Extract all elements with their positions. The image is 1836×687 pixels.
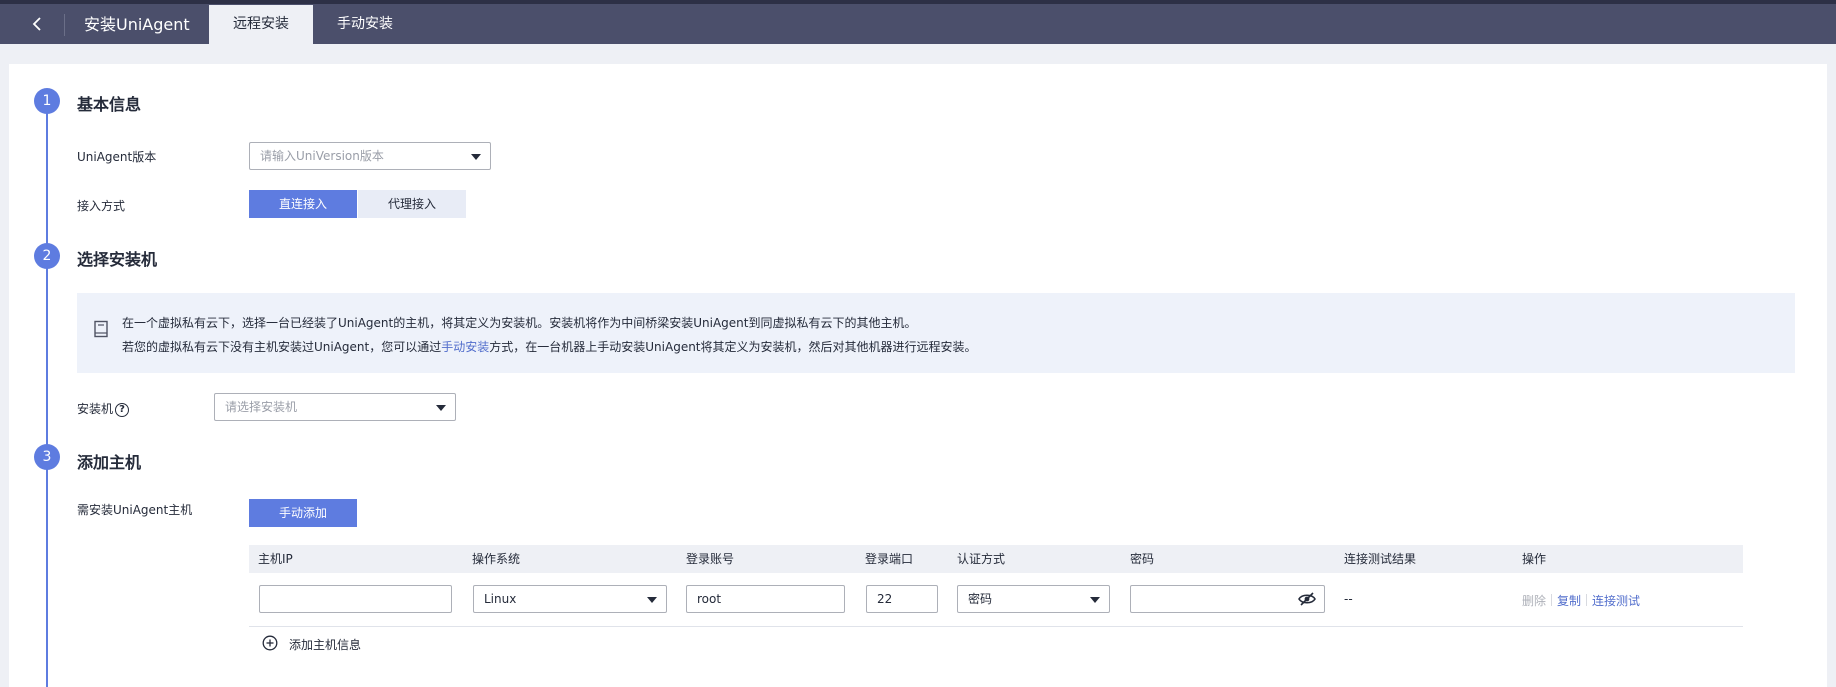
manual-install-link[interactable]: 手动安装 [441, 340, 489, 354]
step-3-badge: 3 [34, 444, 60, 470]
info-text-line-2: 若您的虚拟私有云下没有主机安装过UniAgent，您可以通过手动安装方式，在一台… [122, 338, 977, 355]
col-host-ip: 主机IP [258, 552, 293, 566]
installer-label-row: 安装机? [77, 400, 130, 417]
version-select[interactable]: 请输入UniVersion版本 [249, 142, 491, 170]
chevron-left-icon [32, 17, 41, 31]
col-auth: 认证方式 [957, 552, 1006, 566]
table-row: Linux root 22 密码 -- 删除 复制 连接测试 [249, 573, 1743, 627]
installer-info-box: 在一个虚拟私有云下，选择一台已经装了UniAgent的主机，将其定义为安装机。安… [77, 293, 1795, 373]
version-placeholder: 请输入UniVersion版本 [260, 149, 384, 163]
eye-off-icon[interactable] [1298, 592, 1316, 606]
test-result: -- [1344, 592, 1353, 606]
back-button[interactable] [28, 14, 48, 34]
book-icon [94, 320, 108, 338]
hosts-label: 需安装UniAgent主机 [77, 503, 193, 517]
auth-select[interactable]: 密码 [957, 585, 1110, 613]
manual-add-button[interactable]: 手动添加 [249, 499, 357, 527]
delete-link[interactable]: 删除 [1522, 592, 1546, 609]
col-test-result: 连接测试结果 [1344, 552, 1417, 566]
info-text-line-1: 在一个虚拟私有云下，选择一台已经装了UniAgent的主机，将其定义为安装机。安… [122, 316, 917, 330]
tab-manual-install[interactable]: 手动安装 [320, 5, 410, 44]
col-account: 登录账号 [686, 552, 735, 566]
access-label: 接入方式 [77, 199, 126, 213]
action-separator [1551, 594, 1552, 606]
hosts-table-header: 主机IP 操作系统 登录账号 登录端口 认证方式 密码 连接测试结果 操作 [249, 545, 1743, 573]
add-host-label: 添加主机信息 [289, 638, 362, 652]
step-3-title: 添加主机 [77, 453, 142, 472]
tab-remote-install[interactable]: 远程安装 [209, 5, 313, 44]
access-proxy-button[interactable]: 代理接入 [358, 190, 466, 218]
info-text-post: 方式，在一台机器上手动安装UniAgent将其定义为安装机，然后对其他机器进行远… [489, 340, 977, 354]
col-port: 登录端口 [865, 552, 914, 566]
question-circle-icon[interactable]: ? [115, 402, 130, 417]
auth-value: 密码 [968, 592, 993, 606]
col-password: 密码 [1130, 552, 1155, 566]
col-os: 操作系统 [472, 552, 521, 566]
step-2-badge: 2 [34, 243, 60, 269]
installer-placeholder: 请选择安装机 [225, 400, 298, 414]
step-1-title: 基本信息 [77, 95, 142, 114]
step-1-badge: 1 [34, 88, 60, 114]
col-actions: 操作 [1522, 552, 1547, 566]
copy-link[interactable]: 复制 [1557, 592, 1581, 609]
step-2-title: 选择安装机 [77, 250, 158, 269]
top-bar: 安装UniAgent 远程安装 手动安装 [0, 0, 1836, 44]
access-direct-button[interactable]: 直连接入 [249, 190, 357, 218]
version-label: UniAgent版本 [77, 150, 157, 164]
installer-select[interactable]: 请选择安装机 [214, 393, 456, 421]
chevron-down-icon [471, 154, 481, 160]
info-text-pre: 若您的虚拟私有云下没有主机安装过UniAgent，您可以通过 [122, 340, 442, 354]
port-input[interactable]: 22 [866, 585, 938, 613]
password-input[interactable] [1130, 585, 1325, 613]
header-divider [64, 14, 65, 36]
os-value: Linux [484, 592, 517, 606]
action-separator [1586, 594, 1587, 606]
os-select[interactable]: Linux [473, 585, 667, 613]
chevron-down-icon [647, 597, 657, 603]
chevron-down-icon [436, 405, 446, 411]
account-input[interactable]: root [686, 585, 845, 613]
installer-label: 安装机 [77, 402, 114, 416]
step-timeline [46, 100, 48, 687]
plus-circle-icon [262, 635, 278, 651]
chevron-down-icon [1090, 597, 1100, 603]
connection-test-link[interactable]: 连接测试 [1592, 592, 1640, 609]
page-title: 安装UniAgent [84, 15, 190, 34]
host-ip-input[interactable] [259, 585, 452, 613]
